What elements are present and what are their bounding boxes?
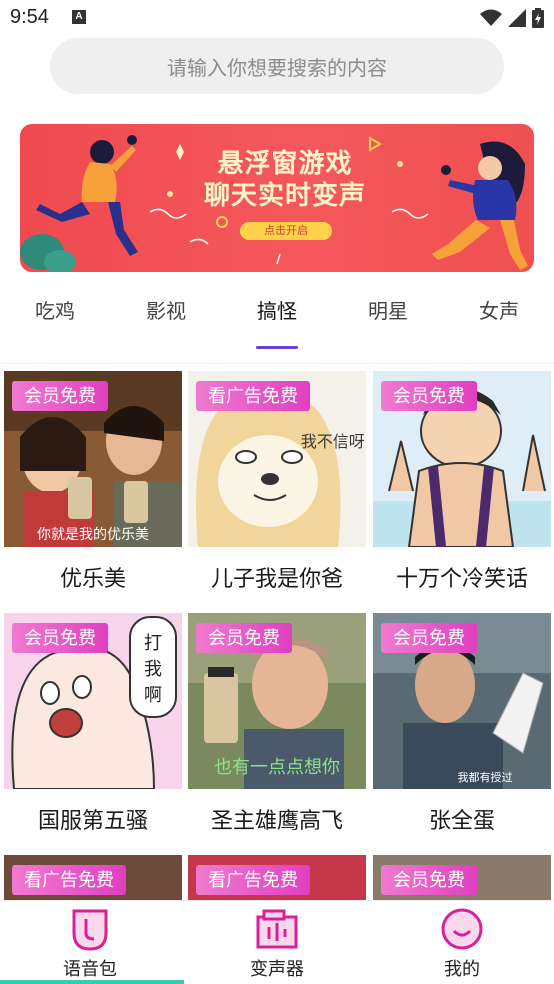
card-title: 儿子我是你爸 bbox=[210, 566, 343, 591]
banner-title-line1: 悬浮窗游戏 bbox=[217, 149, 353, 179]
voice-card-zhangquandan[interactable]: 我都有授过 会员免费 张全蛋 bbox=[373, 613, 551, 843]
nav-voice-changer[interactable]: 变声器 bbox=[217, 901, 337, 984]
status-icons bbox=[480, 8, 544, 28]
card-title: 张全蛋 bbox=[428, 808, 495, 833]
status-time: 9:54 bbox=[10, 6, 49, 28]
thumbnail-caption-2: 我 bbox=[144, 659, 162, 680]
active-nav-bar bbox=[0, 980, 184, 984]
search-input[interactable]: 请输入你想要搜索的内容 bbox=[50, 38, 504, 94]
voice-card-erzi[interactable]: 我不信呀! 看广告免费 儿子我是你爸 bbox=[188, 371, 366, 601]
thumbnail-caption: 你就是我的优乐美 bbox=[37, 527, 149, 543]
card-tag: 会员免费 bbox=[381, 381, 477, 411]
active-tab-indicator bbox=[256, 346, 298, 349]
tab-gaoguai[interactable]: 搞怪 bbox=[222, 296, 332, 328]
card-tag: 会员免费 bbox=[12, 623, 108, 653]
promo-banner[interactable]: 悬浮窗游戏 聊天实时变声 点击开启 bbox=[20, 124, 534, 272]
nav-label: 我的 bbox=[444, 959, 480, 979]
status-bar: 9:54 A bbox=[0, 0, 554, 36]
battery-icon bbox=[532, 8, 544, 28]
thumbnail-caption: 我都有授过 bbox=[458, 770, 513, 784]
card-tag: 看广告免费 bbox=[196, 865, 310, 895]
voice-card-youlemei[interactable]: 你就是我的优乐美 会员免费 优乐美 bbox=[4, 371, 182, 601]
wifi-icon bbox=[480, 9, 502, 26]
card-title: 国服第五骚 bbox=[37, 808, 148, 833]
voice-card-guofu[interactable]: 打 我 啊 会员免费 国服第五骚 bbox=[4, 613, 182, 843]
bottom-nav: 语音包 变声器 我的 bbox=[0, 900, 554, 984]
voice-changer-icon bbox=[256, 909, 298, 949]
tab-nvsheng[interactable]: 女声 bbox=[444, 296, 554, 328]
voice-pack-icon bbox=[72, 909, 108, 951]
banner-title: 悬浮窗游戏 聊天实时变声 bbox=[200, 148, 370, 212]
tab-mingxing[interactable]: 明星 bbox=[333, 296, 443, 328]
nav-label: 语音包 bbox=[63, 959, 117, 979]
nav-label: 变声器 bbox=[250, 959, 304, 979]
voice-card-row3-3[interactable]: 会员免费 bbox=[373, 855, 551, 900]
banner-title-line2: 聊天实时变声 bbox=[203, 181, 366, 211]
card-tag: 看广告免费 bbox=[12, 865, 126, 895]
signal-icon bbox=[508, 9, 526, 27]
card-tag: 会员免费 bbox=[196, 623, 292, 653]
thumbnail-caption-1: 打 bbox=[144, 633, 162, 654]
nav-profile[interactable]: 我的 bbox=[402, 901, 522, 984]
card-title: 优乐美 bbox=[59, 566, 126, 591]
category-tabs: 吃鸡 影视 搞怪 明星 女声 bbox=[0, 296, 554, 352]
voice-card-row3-1[interactable]: 看广告免费 bbox=[4, 855, 182, 900]
card-title: 圣主雄鹰高飞 bbox=[210, 808, 343, 833]
tab-yingshi[interactable]: 影视 bbox=[111, 296, 221, 328]
thumbnail-caption: 也有一点点想你 bbox=[214, 757, 340, 778]
card-title: 十万个冷笑话 bbox=[395, 566, 528, 591]
voice-card-row3-2[interactable]: 看广告免费 bbox=[188, 855, 366, 900]
thumbnail-caption-3: 啊 bbox=[144, 685, 162, 706]
divider bbox=[0, 363, 554, 364]
tab-chiji[interactable]: 吃鸡 bbox=[0, 296, 110, 328]
nav-voice-pack[interactable]: 语音包 bbox=[30, 901, 150, 984]
notification-icon: A bbox=[72, 10, 86, 24]
profile-icon bbox=[441, 908, 483, 950]
banner-cta-button[interactable]: 点击开启 bbox=[240, 222, 332, 240]
voice-card-lengxiaohua[interactable]: 会员免费 十万个冷笑话 bbox=[373, 371, 551, 601]
card-tag: 看广告免费 bbox=[196, 381, 310, 411]
thumbnail-caption: 我不信呀! bbox=[301, 432, 366, 451]
card-tag: 会员免费 bbox=[381, 865, 477, 895]
voice-card-xiongying[interactable]: 也有一点点想你 会员免费 圣主雄鹰高飞 bbox=[188, 613, 366, 843]
card-tag: 会员免费 bbox=[381, 623, 477, 653]
card-tag: 会员免费 bbox=[12, 381, 108, 411]
search-placeholder: 请输入你想要搜索的内容 bbox=[167, 57, 387, 80]
